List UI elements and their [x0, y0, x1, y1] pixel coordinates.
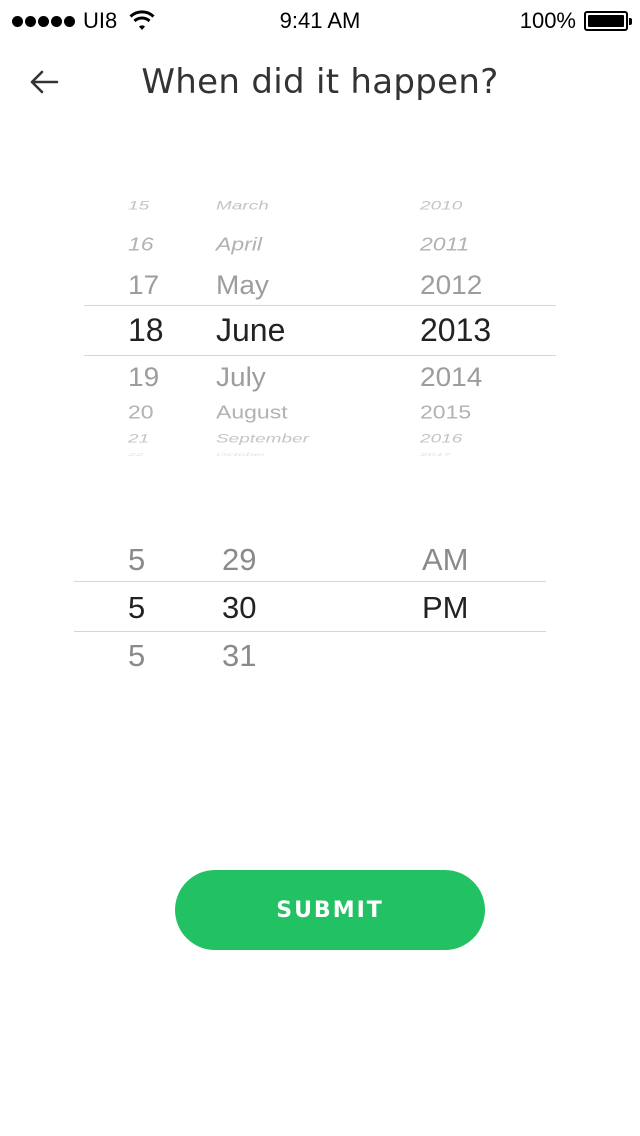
status-bar-right: 100% [519, 8, 632, 34]
submit-button[interactable]: SUBMIT [175, 870, 485, 950]
status-bar: UI8 9:41 AM 100% [0, 0, 640, 40]
month-option[interactable]: July [216, 364, 396, 391]
year-wheel[interactable]: 200920102011201220132014201520162017 [420, 190, 540, 462]
hour-option[interactable]: 5 [128, 544, 178, 575]
month-option[interactable]: May [216, 272, 396, 299]
year-option[interactable]: 2011 [420, 235, 540, 254]
year-option[interactable]: 2013 [420, 314, 540, 346]
month-option[interactable]: March [216, 200, 396, 212]
period-wheel[interactable]: AM PM [422, 535, 502, 685]
time-picker[interactable]: 5 5 5 29 30 31 AM PM [74, 535, 546, 685]
day-option[interactable]: 21 [128, 433, 188, 445]
month-option[interactable]: August [216, 403, 396, 422]
day-option[interactable]: 20 [128, 403, 188, 422]
year-option[interactable]: 2010 [420, 200, 540, 212]
minute-wheel[interactable]: 29 30 31 [222, 535, 302, 685]
month-option[interactable]: October [216, 452, 396, 457]
day-option[interactable]: 16 [128, 235, 188, 254]
hour-wheel[interactable]: 5 5 5 [128, 535, 178, 685]
battery-icon [584, 11, 632, 31]
period-option[interactable]: PM [422, 592, 502, 623]
minute-option[interactable]: 30 [222, 592, 302, 623]
month-option[interactable]: April [216, 235, 396, 254]
date-picker[interactable]: 141516171819202122 FebruaryMarchAprilMay… [84, 190, 556, 462]
year-option[interactable]: 2014 [420, 364, 540, 391]
day-option[interactable]: 19 [128, 364, 188, 391]
hour-option[interactable]: 5 [128, 640, 178, 671]
year-option[interactable]: 2015 [420, 403, 540, 422]
page-title: When did it happen? [141, 62, 499, 102]
day-option[interactable]: 22 [128, 452, 188, 457]
year-option[interactable]: 2017 [420, 452, 540, 457]
day-option[interactable]: 18 [128, 314, 188, 346]
month-option[interactable]: June [216, 314, 396, 346]
day-option[interactable]: 17 [128, 272, 188, 299]
month-wheel[interactable]: FebruaryMarchAprilMayJuneJulyAugustSepte… [216, 190, 396, 462]
month-option[interactable]: September [216, 433, 396, 445]
hour-option[interactable]: 5 [128, 592, 178, 623]
minute-option[interactable]: 29 [222, 544, 302, 575]
period-option[interactable]: AM [422, 544, 502, 575]
header: When did it happen? [0, 50, 640, 114]
day-option[interactable]: 15 [128, 200, 188, 212]
day-wheel[interactable]: 141516171819202122 [128, 190, 188, 462]
year-option[interactable]: 2016 [420, 433, 540, 445]
battery-percentage: 100% [519, 8, 576, 33]
minute-option[interactable]: 31 [222, 640, 302, 671]
year-option[interactable]: 2012 [420, 272, 540, 299]
